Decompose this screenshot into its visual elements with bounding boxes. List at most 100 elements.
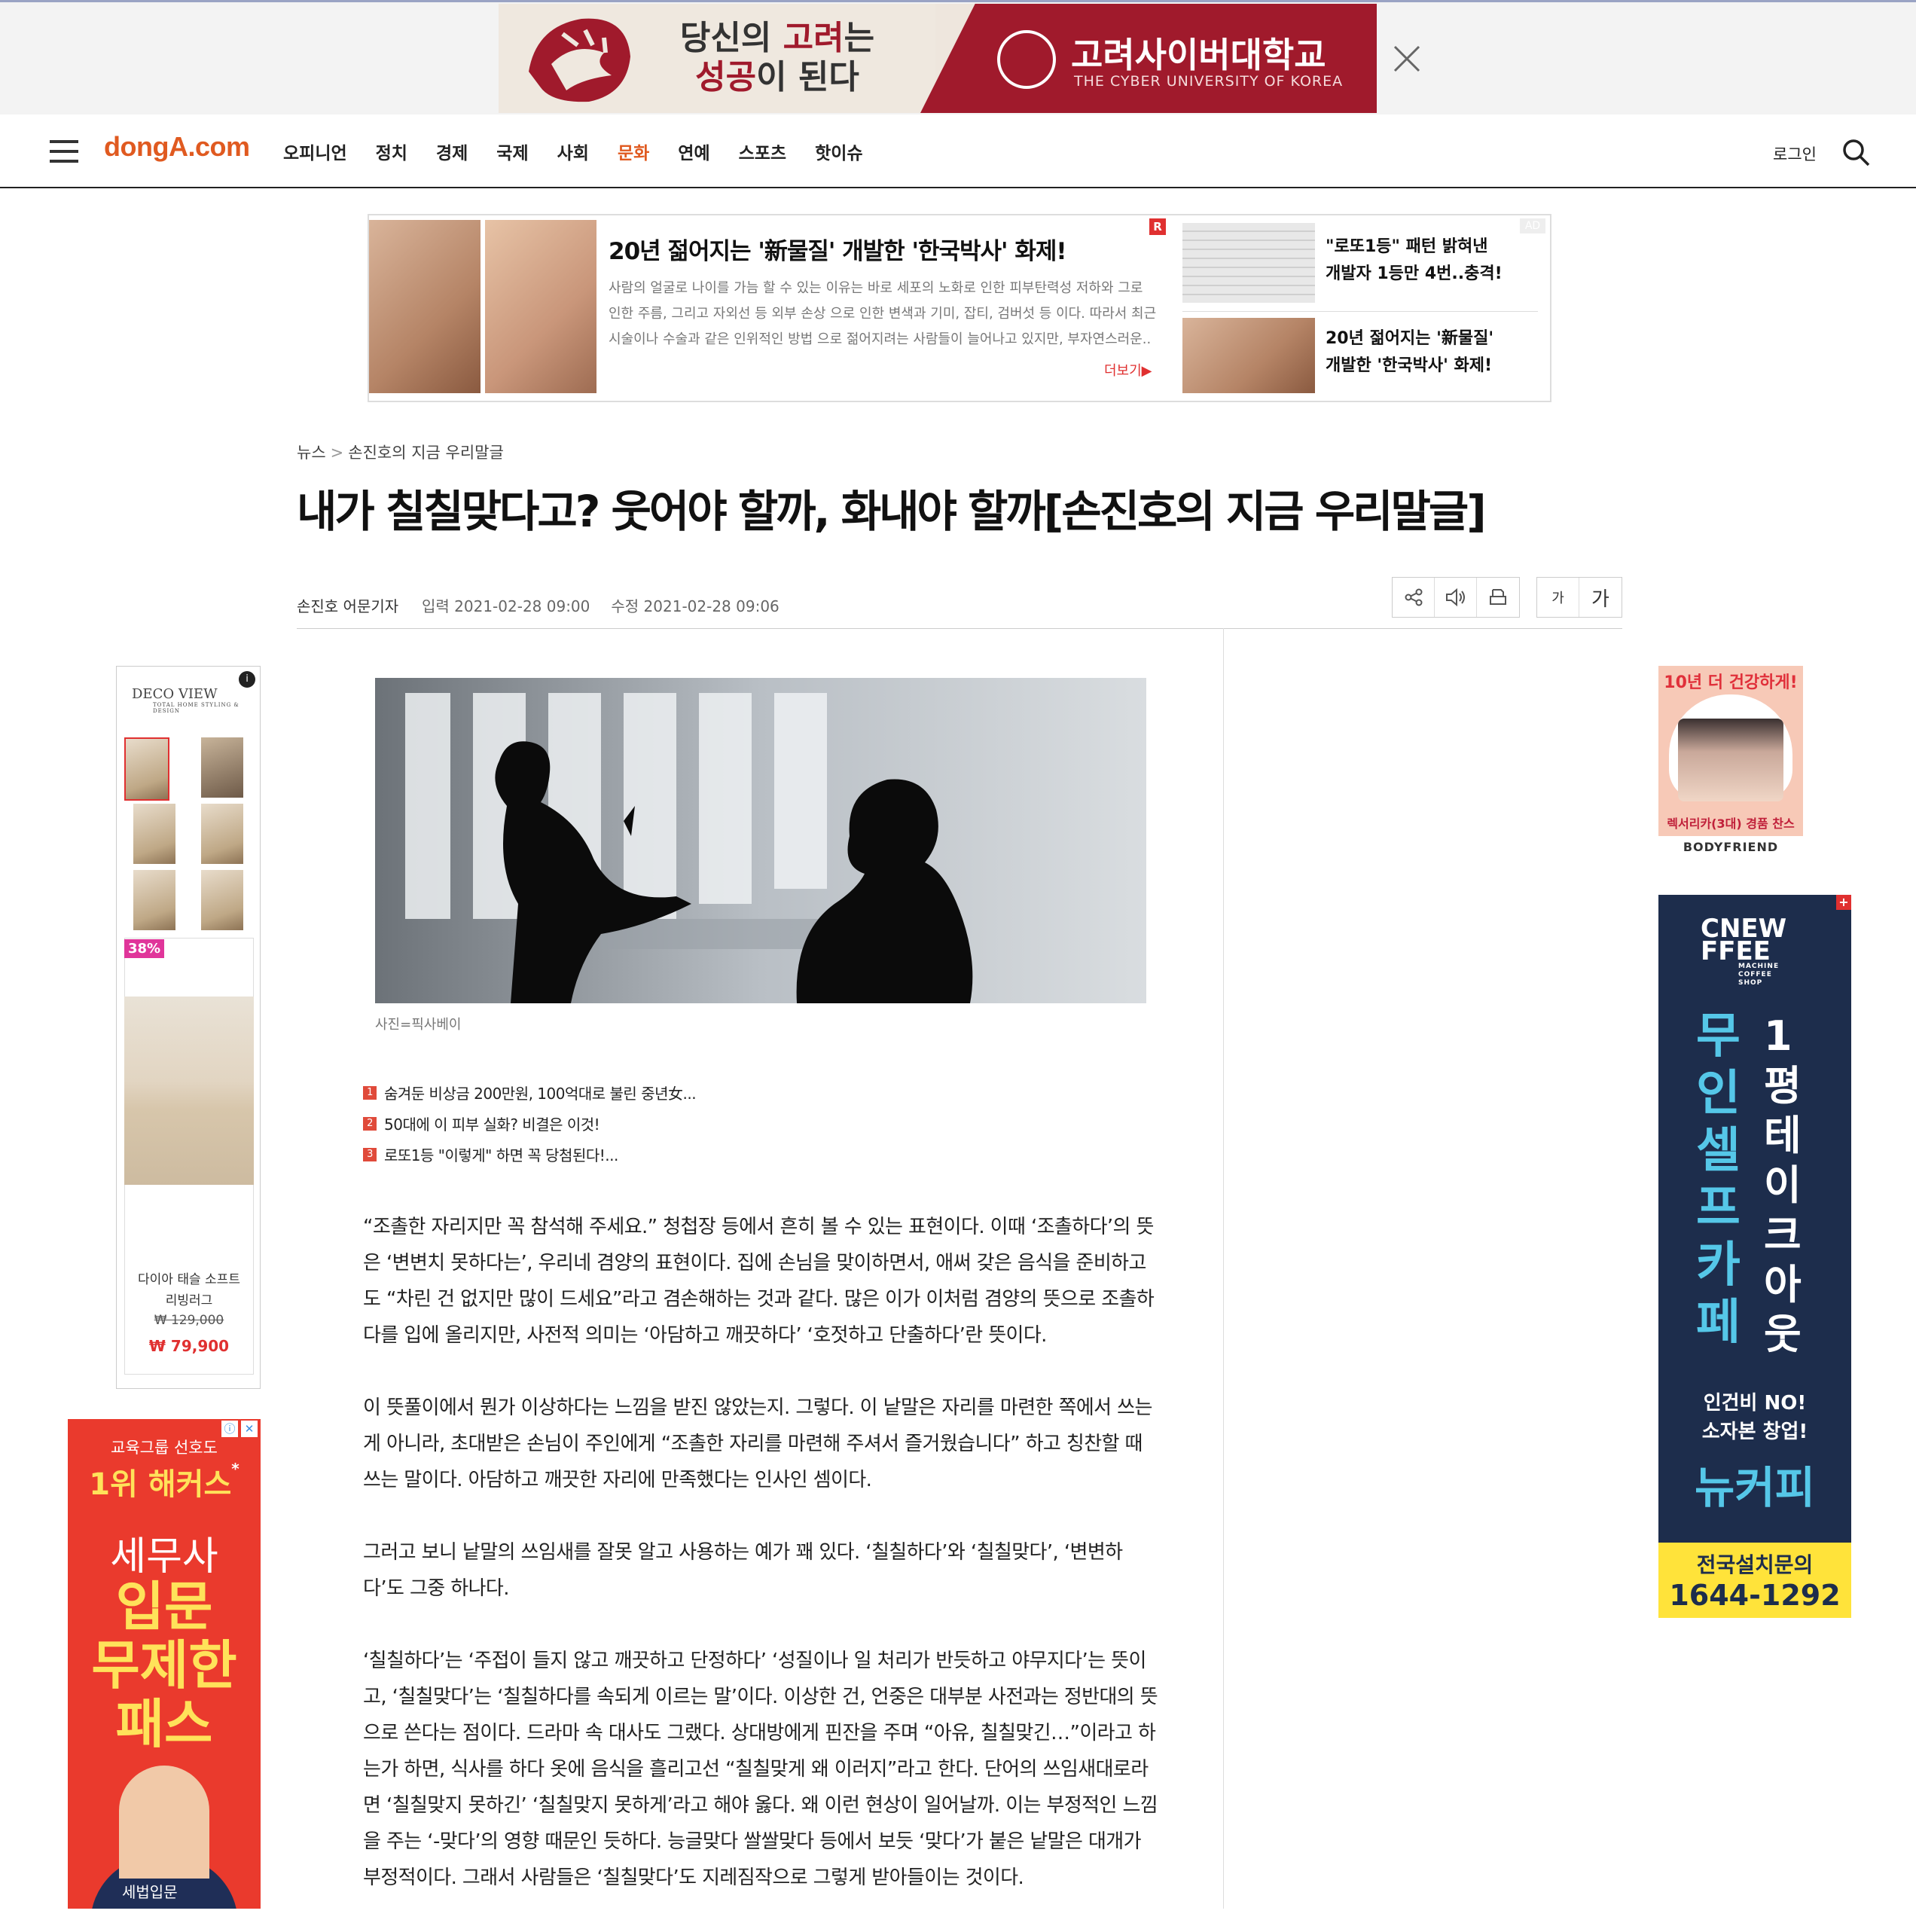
print-button[interactable] — [1477, 578, 1519, 617]
article-paragraph: 그러고 보니 낱말의 쓰임새를 잘못 알고 사용하는 예가 꽤 있다. ‘칠칠하… — [363, 1541, 1123, 1600]
login-link[interactable]: 로그인 — [1773, 142, 1817, 165]
nav-menu: 오피니언 정치 경제 국제 사회 문화 연예 스포츠 핫이슈 — [283, 139, 892, 164]
hamburger-menu-icon[interactable] — [50, 140, 78, 163]
close-icon[interactable] — [1392, 44, 1422, 74]
print-icon — [1490, 589, 1506, 605]
breadcrumb-separator: > — [330, 444, 344, 462]
article-body: “조촐한 자리지만 꼭 참석해 주세요.” 청첩장 등에서 흔히 볼 수 있는 … — [363, 1209, 1161, 1932]
nc-vertical-1: 무인셀프카페 — [1696, 1009, 1741, 1351]
product-thumb[interactable] — [124, 737, 169, 801]
related-text: 숨겨둔 비상금 200만원, 100억대로 불린 중년女... — [384, 1085, 697, 1103]
ad-image-smooth — [485, 220, 596, 393]
nav-item[interactable]: 핫이슈 — [815, 139, 862, 164]
font-smaller-button[interactable]: 가 — [1537, 578, 1579, 617]
article-paragraph: 이 뜻풀이에서 뭔가 이상하다는 느낌을 받진 않았는지. 그렇다. 이 낱말은… — [363, 1396, 1152, 1491]
product-thumb[interactable] — [201, 804, 243, 864]
share-icon — [1405, 588, 1422, 606]
column-divider — [1223, 628, 1224, 1909]
university-name-en: THE CYBER UNIVERSITY OF KOREA — [1074, 73, 1344, 90]
nav-item[interactable]: 오피니언 — [283, 139, 347, 164]
native-ad-block[interactable]: 20년 젊어지는 '新물질' 개발한 '한국박사' 화제! 사람의 얼굴로 나이… — [368, 214, 1551, 402]
ad-body-text: 사람의 얼굴로 나이를 가늠 할 수 있는 이유는 바로 세포의 노화로 인한 … — [609, 280, 1157, 347]
related-number: 2 — [363, 1116, 377, 1131]
plus-icon[interactable]: + — [1836, 895, 1851, 910]
nav-item[interactable]: 사회 — [557, 139, 589, 164]
share-button[interactable] — [1393, 578, 1435, 617]
ad-image-wrinkled — [369, 220, 481, 393]
bf-title: 10년 더 건강하게! — [1664, 673, 1798, 692]
ad-label-badge: AD — [1520, 218, 1545, 233]
ad-r-badge: R — [1149, 218, 1166, 235]
product-image[interactable] — [124, 997, 254, 1185]
related-number: 1 — [363, 1085, 377, 1100]
search-icon[interactable] — [1841, 137, 1871, 167]
header-divider — [297, 628, 1622, 629]
instructor-photo — [119, 1766, 209, 1879]
related-text: 로또1등 "이렇게" 하면 꼭 당첨된다!... — [384, 1146, 618, 1164]
breadcrumb-item-series[interactable]: 손진호의 지금 우리말글 — [348, 444, 504, 462]
nc-brand: 뉴커피 — [1694, 1462, 1816, 1513]
university-name: 고려사이버대학교 — [1071, 35, 1326, 75]
site-logo[interactable]: dongA.com — [104, 131, 250, 163]
product-name[interactable]: 다이아 태슬 소프트 리빙러그 — [117, 1269, 261, 1311]
article-dates: 입력 2021-02-28 09:00 수정 2021-02-28 09:06 — [422, 594, 801, 616]
hackers-tagline: 교육그룹 선호도 — [111, 1439, 218, 1457]
ad-divider — [1182, 311, 1538, 312]
article-photo[interactable] — [375, 678, 1146, 1003]
hackers-rank: 1위 해커스* — [89, 1460, 240, 1502]
deco-brand-sub: TOTAL HOME STYLING & DESIGN — [153, 702, 240, 714]
deco-view-ad[interactable]: DECO VIEW TOTAL HOME STYLING & DESIGN i … — [116, 666, 261, 1389]
ad-headline[interactable]: 20년 젊어지는 '新물질' 개발한 '한국박사' 화제! — [609, 232, 1067, 266]
related-link[interactable]: 1 숨겨둔 비상금 200만원, 100억대로 불린 중년女... — [363, 1077, 697, 1108]
photo-caption: 사진=픽사베이 — [375, 1017, 462, 1033]
product-thumb[interactable] — [201, 737, 243, 798]
bodyfriend-ad[interactable]: 10년 더 건강하게! 렉서리카(3대) 경품 찬스 BODYFRIEND — [1658, 666, 1803, 859]
related-link[interactable]: 3 로또1등 "이렇게" 하면 꼭 당첨된다!... — [363, 1139, 696, 1170]
nav-item[interactable]: 문화 — [618, 139, 649, 164]
product-thumb[interactable] — [201, 870, 243, 930]
silhouette-image — [375, 678, 1146, 1003]
nc-logo: CNEW FFEE MACHINE COFFEE SHOP — [1701, 914, 1787, 987]
hackers-ad[interactable]: ⓘ ✕ 교육그룹 선호도 1위 해커스* 세무사 입문 무제한 패스 세법입문 — [68, 1419, 261, 1909]
close-icon[interactable]: ✕ — [241, 1421, 258, 1437]
share-tools-group — [1392, 577, 1520, 618]
bf-sub: 렉서리카(3대) 경품 찬스 — [1667, 816, 1795, 831]
ad-side-title-2[interactable]: 20년 젊어지는 '新물질' 개발한 '한국박사' 화제! — [1326, 325, 1506, 380]
nc-contact: 전국설치문의 1644-1292 — [1658, 1543, 1851, 1618]
article-toolbar: 가 가 — [1392, 577, 1639, 618]
article-paragraph: “조촐한 자리지만 꼭 참석해 주세요.” 청첩장 등에서 흔히 볼 수 있는 … — [363, 1216, 1155, 1347]
newcoffee-ad[interactable]: + CNEW FFEE MACHINE COFFEE SHOP 무인셀프카페 1… — [1658, 895, 1851, 1618]
product-old-price: ₩ 129,000 — [154, 1313, 224, 1328]
article-byline[interactable]: 손진호 어문기자 — [297, 594, 398, 616]
product-thumb[interactable] — [133, 870, 175, 930]
hackers-badge: 세법입문 — [122, 1883, 178, 1901]
modified-date: 수정 2021-02-28 09:06 — [611, 597, 780, 615]
nav-item[interactable]: 스포츠 — [739, 139, 786, 164]
university-seal-icon — [997, 30, 1056, 89]
related-text: 50대에 이 피부 실화? 비결은 이것! — [384, 1116, 600, 1134]
nav-item[interactable]: 연예 — [678, 139, 709, 164]
input-date: 입력 2021-02-28 09:00 — [422, 597, 590, 615]
product-thumb[interactable] — [133, 804, 175, 864]
nav-item[interactable]: 국제 — [496, 139, 528, 164]
tiger-logo-icon — [529, 18, 630, 102]
font-size-group: 가 가 — [1536, 577, 1622, 618]
info-icon[interactable]: ⓘ — [221, 1421, 238, 1437]
top-ad-slogan: 당신의 고려는 성공이 된다 — [679, 19, 875, 96]
bf-group-photo — [1678, 719, 1783, 801]
hackers-course: 세무사 — [110, 1534, 218, 1579]
breadcrumb: 뉴스 > 손진호의 지금 우리말글 — [297, 441, 504, 463]
info-icon[interactable]: i — [239, 671, 255, 688]
nc-vertical-2: 1평테이크아웃 — [1764, 1012, 1802, 1358]
ad-eye-image — [1182, 318, 1315, 393]
read-aloud-button[interactable] — [1435, 578, 1477, 617]
breadcrumb-item-news[interactable]: 뉴스 — [297, 444, 326, 462]
top-ad-banner[interactable]: 당신의 고려는 성공이 된다 고려사이버대학교 THE CYBER UNIVER… — [499, 4, 1377, 113]
speaker-icon — [1445, 588, 1465, 607]
related-link[interactable]: 2 50대에 이 피부 실화? 비결은 이것! — [363, 1108, 696, 1139]
nav-item[interactable]: 경제 — [436, 139, 468, 164]
ad-side-title-1[interactable]: "로또1등" 패턴 밝혀낸 개발자 1등만 4번..충격! — [1326, 233, 1506, 288]
ad-more-link[interactable]: 더보기▶ — [1104, 360, 1152, 380]
nav-item[interactable]: 정치 — [376, 139, 407, 164]
font-larger-button[interactable]: 가 — [1579, 578, 1622, 617]
